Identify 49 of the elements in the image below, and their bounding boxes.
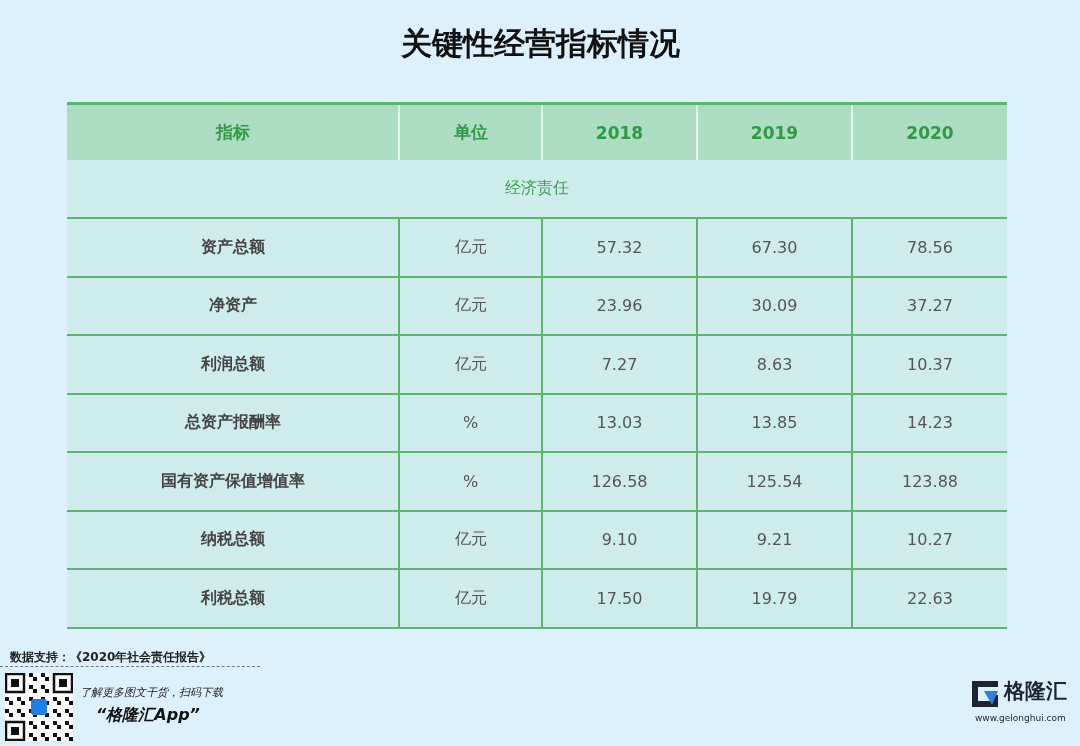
column-header: 单位 — [399, 103, 542, 160]
table-cell: 国有资产保值增值率 — [67, 452, 399, 511]
table-cell: 亿元 — [399, 276, 542, 335]
table-cell: 19.79 — [697, 569, 852, 628]
table-cell: % — [399, 452, 542, 511]
table-cell: 123.88 — [852, 452, 1007, 511]
table-cell: 亿元 — [399, 335, 542, 394]
table-cell: % — [399, 393, 542, 452]
logo-name: 格隆汇 — [1004, 677, 1067, 705]
table-cell: 126.58 — [542, 452, 697, 511]
table-cell: 8.63 — [697, 335, 852, 394]
source-note: 数据支持：《2020年社会责任报告》 — [10, 648, 212, 666]
table-cell: 78.56 — [852, 218, 1007, 277]
table-cell: 亿元 — [399, 510, 542, 569]
table-cell: 9.10 — [542, 510, 697, 569]
table-cell: 13.85 — [697, 393, 852, 452]
table-cell: 资产总额 — [67, 218, 399, 277]
app-name: “格隆汇App” — [96, 704, 200, 726]
table-cell: 10.37 — [852, 335, 1007, 394]
column-header: 2018 — [542, 103, 697, 160]
table-cell: 67.30 — [697, 218, 852, 277]
table-cell: 10.27 — [852, 510, 1007, 569]
table-cell: 7.27 — [542, 335, 697, 394]
logo-icon — [970, 678, 1000, 709]
column-header: 2019 — [697, 103, 852, 160]
table-cell: 14.23 — [852, 393, 1007, 452]
table-cell: 23.96 — [542, 276, 697, 335]
qr-code-icon — [5, 672, 73, 741]
table-cell: 22.63 — [852, 569, 1007, 628]
section-header: 经济责任 — [67, 160, 1007, 218]
table-cell: 亿元 — [399, 569, 542, 628]
table-cell: 亿元 — [399, 218, 542, 277]
table-cell: 纳税总额 — [67, 510, 399, 569]
table-cell: 9.21 — [697, 510, 852, 569]
table-cell: 30.09 — [697, 276, 852, 335]
table-cell: 37.27 — [852, 276, 1007, 335]
table-cell: 13.03 — [542, 393, 697, 452]
table-cell: 总资产报酬率 — [67, 393, 399, 452]
table-cell: 利税总额 — [67, 569, 399, 628]
chart-title: 关键性经营指标情况 — [400, 24, 680, 63]
table-cell: 125.54 — [697, 452, 852, 511]
column-header: 2020 — [852, 103, 1007, 160]
table-cell: 17.50 — [542, 569, 697, 628]
table-cell: 利润总额 — [67, 335, 399, 394]
logo-url: www.gelonghui.com — [975, 712, 1066, 723]
table-cell: 57.32 — [542, 218, 697, 277]
promo-text: 了解更多图文干货，扫码下载 — [80, 684, 223, 700]
column-header: 指标 — [67, 103, 399, 160]
table-cell: 净资产 — [67, 276, 399, 335]
